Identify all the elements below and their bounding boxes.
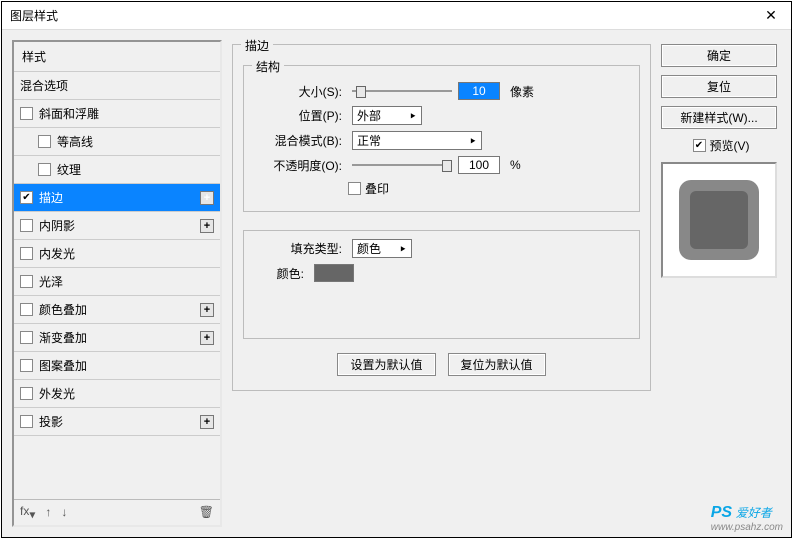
style-checkbox[interactable] — [20, 275, 33, 288]
dialog-window: 图层样式 ✕ 样式 混合选项 斜面和浮雕等高线纹理✔描边+内阴影+内发光光泽颜色… — [1, 1, 792, 538]
style-label: 斜面和浮雕 — [39, 105, 214, 122]
style-label: 投影 — [39, 413, 196, 430]
style-row[interactable]: 图案叠加 — [14, 352, 220, 380]
size-slider[interactable] — [352, 84, 452, 98]
chevron-down-icon: ‣ — [469, 134, 477, 148]
add-effect-button[interactable]: + — [200, 303, 214, 317]
preview-toggle[interactable]: ✔ 预览(V) — [661, 137, 781, 154]
stroke-legend: 描边 — [241, 37, 273, 54]
style-row[interactable]: 斜面和浮雕 — [14, 100, 220, 128]
position-label: 位置(P): — [254, 107, 342, 124]
style-label: 渐变叠加 — [39, 329, 196, 346]
cancel-button[interactable]: 复位 — [661, 75, 777, 98]
style-label: 等高线 — [57, 133, 214, 150]
position-select[interactable]: 外部‣ — [352, 106, 422, 125]
blend-mode-select[interactable]: 正常‣ — [352, 131, 482, 150]
window-title: 图层样式 — [10, 7, 751, 24]
down-arrow-icon[interactable]: ↓ — [61, 505, 67, 519]
styles-list: 混合选项 斜面和浮雕等高线纹理 ✔ 描边 + 内阴影 + 内发光光泽颜色叠加 + 渐变叠加 + 图案… — [14, 72, 220, 499]
preview-checkbox: ✔ — [693, 139, 706, 152]
style-row[interactable]: 颜色叠加 + — [14, 296, 220, 324]
blend-options-row[interactable]: 混合选项 — [14, 72, 220, 100]
style-row[interactable]: ✔ 描边 + — [14, 184, 220, 212]
style-label: 图案叠加 — [39, 357, 214, 374]
style-row[interactable]: 外发光 — [14, 380, 220, 408]
style-row[interactable]: 等高线 — [14, 128, 220, 156]
style-checkbox[interactable] — [20, 359, 33, 372]
style-row[interactable]: 渐变叠加 + — [14, 324, 220, 352]
style-label: 描边 — [39, 189, 196, 206]
trash-icon[interactable]: 🗑 — [199, 505, 214, 519]
style-label: 内发光 — [39, 245, 214, 262]
styles-header: 样式 — [14, 42, 220, 72]
new-style-button[interactable]: 新建样式(W)... — [661, 106, 777, 129]
chevron-down-icon: ‣ — [409, 109, 417, 123]
style-row[interactable]: 投影 + — [14, 408, 220, 436]
stroke-fieldset: 描边 结构 大小(S): 像素 位置(P): 外部‣ — [232, 44, 651, 391]
overprint-checkbox[interactable]: 叠印 — [348, 180, 629, 197]
structure-legend: 结构 — [252, 58, 284, 75]
chevron-down-icon: ‣ — [399, 242, 407, 256]
close-button[interactable]: ✕ — [751, 2, 791, 30]
style-checkbox[interactable] — [20, 247, 33, 260]
style-row[interactable]: 光泽 — [14, 268, 220, 296]
styles-footer: fx▾ ↑ ↓ 🗑 — [14, 499, 220, 525]
right-panel: 确定 复位 新建样式(W)... ✔ 预览(V) — [661, 40, 781, 527]
set-default-button[interactable]: 设置为默认值 — [337, 353, 435, 376]
opacity-slider[interactable] — [352, 158, 452, 172]
style-row[interactable]: 内阴影 + — [14, 212, 220, 240]
style-checkbox[interactable] — [20, 387, 33, 400]
opacity-label: 不透明度(O): — [254, 157, 342, 174]
color-label: 颜色: — [254, 265, 304, 282]
style-checkbox[interactable] — [20, 303, 33, 316]
opacity-unit: % — [510, 158, 521, 172]
add-effect-button[interactable]: + — [200, 191, 214, 205]
style-checkbox[interactable] — [38, 163, 51, 176]
style-checkbox[interactable] — [38, 135, 51, 148]
fx-icon[interactable]: fx▾ — [20, 504, 35, 521]
size-unit: 像素 — [510, 83, 534, 100]
ok-button[interactable]: 确定 — [661, 44, 777, 67]
style-label: 纹理 — [57, 161, 214, 178]
watermark: PS 爱好者 www.psahz.com — [711, 504, 783, 533]
blend-mode-label: 混合模式(B): — [254, 132, 342, 149]
color-swatch[interactable] — [314, 264, 354, 282]
add-effect-button[interactable]: + — [200, 331, 214, 345]
style-checkbox[interactable] — [20, 331, 33, 344]
up-arrow-icon[interactable]: ↑ — [45, 505, 51, 519]
style-checkbox[interactable]: ✔ — [20, 191, 33, 204]
overprint-check — [348, 182, 361, 195]
size-label: 大小(S): — [254, 83, 342, 100]
fill-fieldset: 填充类型: 颜色‣ 颜色: — [243, 230, 640, 339]
style-checkbox[interactable] — [20, 415, 33, 428]
add-effect-button[interactable]: + — [200, 219, 214, 233]
style-checkbox[interactable] — [20, 107, 33, 120]
style-label: 外发光 — [39, 385, 214, 402]
preview-box — [661, 162, 777, 278]
opacity-input[interactable] — [458, 156, 500, 174]
style-row[interactable]: 纹理 — [14, 156, 220, 184]
style-row[interactable]: 内发光 — [14, 240, 220, 268]
style-checkbox[interactable] — [20, 219, 33, 232]
size-input[interactable] — [458, 82, 500, 100]
fill-type-label: 填充类型: — [254, 240, 342, 257]
style-label: 内阴影 — [39, 217, 196, 234]
add-effect-button[interactable]: + — [200, 415, 214, 429]
reset-default-button[interactable]: 复位为默认值 — [448, 353, 546, 376]
style-label: 颜色叠加 — [39, 301, 196, 318]
styles-panel: 样式 混合选项 斜面和浮雕等高线纹理✔描边+内阴影+内发光光泽颜色叠加+渐变叠加… — [12, 40, 222, 527]
style-label: 光泽 — [39, 273, 214, 290]
titlebar: 图层样式 ✕ — [2, 2, 791, 30]
options-panel: 描边 结构 大小(S): 像素 位置(P): 外部‣ — [232, 40, 651, 527]
fill-type-select[interactable]: 颜色‣ — [352, 239, 412, 258]
structure-fieldset: 结构 大小(S): 像素 位置(P): 外部‣ — [243, 65, 640, 212]
